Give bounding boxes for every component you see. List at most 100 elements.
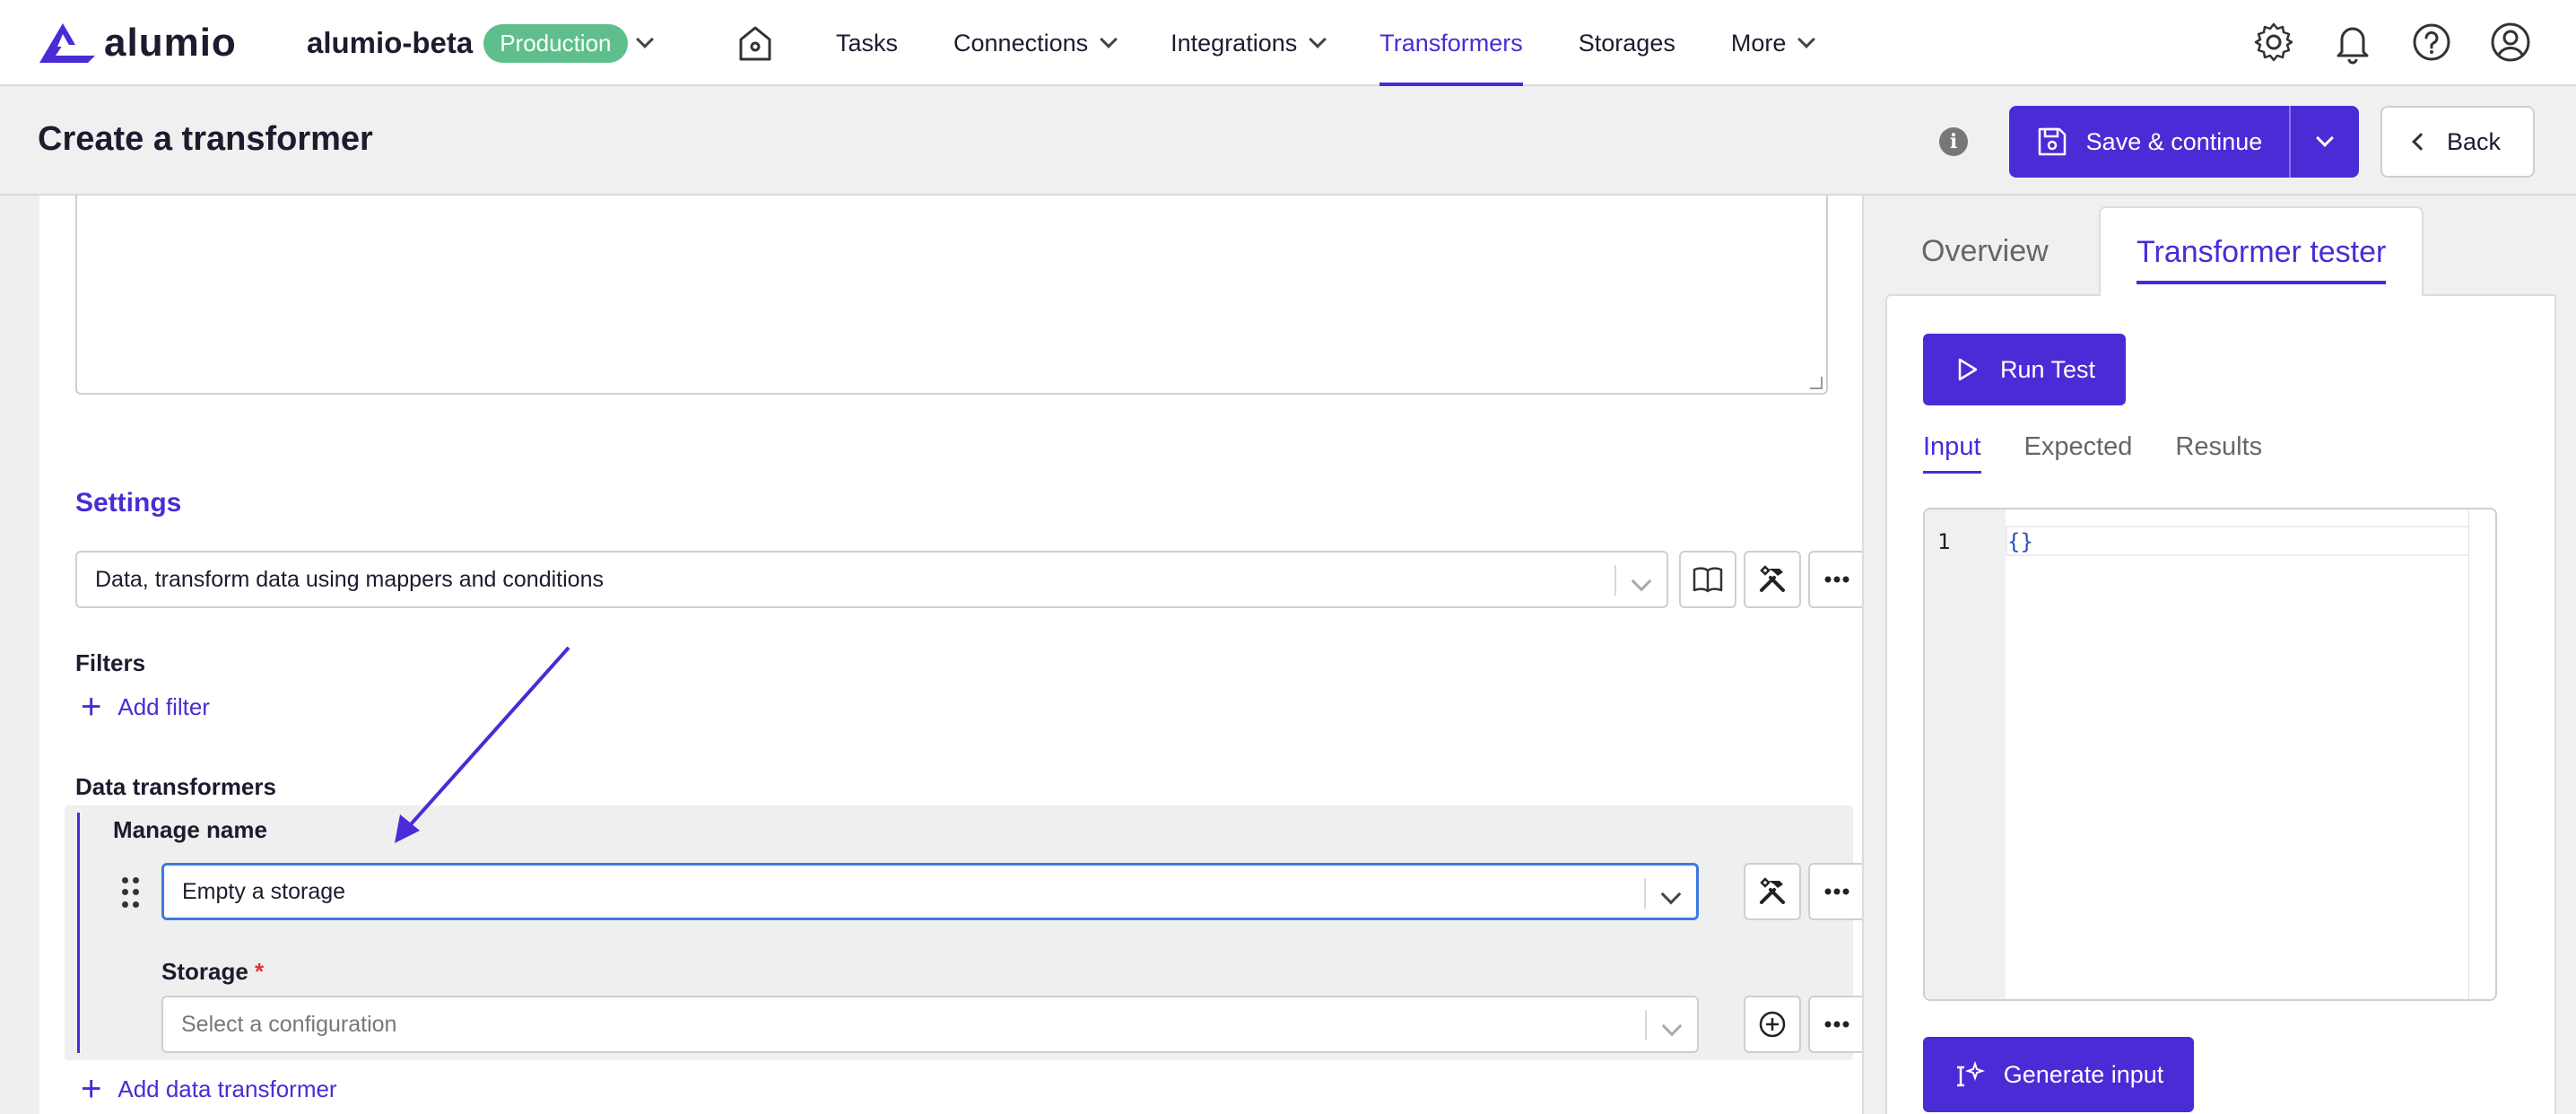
help-icon[interactable] bbox=[2409, 20, 2454, 65]
chevron-down-icon bbox=[1631, 569, 1652, 595]
add-filter-button[interactable]: + Add filter bbox=[81, 689, 210, 725]
nav-label: Integrations bbox=[1171, 29, 1298, 57]
alumio-logo[interactable]: alumio bbox=[36, 20, 237, 66]
run-test-button[interactable]: Run Test bbox=[1923, 334, 2126, 405]
storage-select[interactable]: Select a configuration bbox=[161, 996, 1699, 1053]
home-icon[interactable] bbox=[735, 23, 775, 63]
more-options-button[interactable] bbox=[1808, 996, 1862, 1053]
chevron-down-icon bbox=[635, 30, 654, 48]
generate-input-label: Generate input bbox=[2003, 1060, 2164, 1088]
settings-heading: Settings bbox=[75, 488, 182, 518]
nav-item-integrations[interactable]: Integrations bbox=[1171, 0, 1327, 86]
chevron-down-icon bbox=[1661, 1014, 1683, 1040]
transformer-type-select[interactable]: Empty a storage bbox=[161, 863, 1699, 920]
sparkle-cursor-icon bbox=[1956, 1060, 1985, 1087]
select-value: Empty a storage bbox=[182, 878, 346, 904]
data-transformers-label: Data transformers bbox=[75, 773, 276, 800]
manage-name-label: Manage name bbox=[113, 816, 267, 843]
chevron-down-icon bbox=[2316, 129, 2334, 147]
plus-circle-icon bbox=[1759, 1011, 1786, 1038]
tester-subtabs: Input Expected Results bbox=[1923, 432, 2262, 474]
nav-item-tasks[interactable]: Tasks bbox=[836, 0, 898, 86]
storage-label: Storage * bbox=[161, 958, 264, 986]
play-icon bbox=[1958, 358, 1978, 381]
back-label: Back bbox=[2446, 127, 2502, 155]
add-data-transformer-button[interactable]: + Add data transformer bbox=[81, 1071, 337, 1107]
ellipsis-icon bbox=[1824, 888, 1849, 895]
book-icon bbox=[1693, 567, 1723, 593]
description-textarea[interactable] bbox=[75, 196, 1828, 395]
environment-switcher[interactable]: alumio-beta Production bbox=[307, 22, 654, 65]
floppy-disk-icon bbox=[2038, 127, 2066, 156]
save-label: Save & continue bbox=[2085, 127, 2263, 155]
nav-item-storages[interactable]: Storages bbox=[1579, 0, 1675, 86]
nav-item-more[interactable]: More bbox=[1731, 0, 1816, 86]
code-editor[interactable]: 1 {} bbox=[1923, 508, 2497, 1001]
nav-item-transformers[interactable]: Transformers bbox=[1379, 0, 1523, 86]
select-separator bbox=[1645, 1010, 1647, 1040]
add-data-transformer-label: Add data transformer bbox=[117, 1075, 337, 1102]
resize-handle-icon[interactable] bbox=[1810, 377, 1823, 389]
tools-icon bbox=[1760, 565, 1785, 592]
editor-gutter bbox=[1925, 509, 2006, 999]
nav-label: Transformers bbox=[1379, 29, 1523, 57]
more-options-button[interactable] bbox=[1808, 863, 1862, 920]
logo-text: alumio bbox=[104, 21, 237, 65]
add-storage-button[interactable] bbox=[1744, 996, 1801, 1053]
subtab-input[interactable]: Input bbox=[1923, 432, 1981, 474]
ellipsis-icon bbox=[1824, 1021, 1849, 1028]
chevron-left-icon bbox=[2412, 133, 2430, 151]
save-options-dropdown[interactable] bbox=[2291, 129, 2359, 147]
line-number: 1 bbox=[1937, 529, 1951, 554]
select-placeholder: Select a configuration bbox=[181, 1011, 397, 1037]
nav-icons bbox=[2251, 20, 2533, 65]
top-navigation: alumio alumio-beta Production Tasks Conn… bbox=[0, 0, 2576, 86]
filters-label: Filters bbox=[75, 649, 146, 676]
transformer-type-select[interactable]: Data, transform data using mappers and c… bbox=[75, 551, 1668, 608]
tools-icon bbox=[1760, 877, 1785, 904]
editor-scrollbar[interactable] bbox=[2468, 509, 2495, 999]
info-icon[interactable]: i bbox=[1939, 127, 1968, 156]
plus-icon: + bbox=[81, 1069, 102, 1109]
tools-button[interactable] bbox=[1744, 863, 1801, 920]
plus-icon: + bbox=[81, 687, 102, 727]
bell-icon[interactable] bbox=[2330, 20, 2375, 65]
subtab-expected[interactable]: Expected bbox=[2024, 432, 2133, 474]
page-header: Create a transformer i Save & continue B… bbox=[0, 86, 2576, 196]
nav-item-connections[interactable]: Connections bbox=[953, 0, 1118, 86]
nav-label: Connections bbox=[953, 29, 1089, 57]
tab-transformer-tester[interactable]: Transformer tester bbox=[2099, 206, 2424, 296]
chevron-down-icon bbox=[1100, 30, 1118, 48]
code-text[interactable]: {} bbox=[2007, 529, 2033, 554]
main-nav: Tasks Connections Integrations Transform… bbox=[836, 0, 1868, 86]
chevron-down-icon bbox=[1660, 882, 1682, 908]
generate-input-button[interactable]: Generate input bbox=[1923, 1037, 2194, 1112]
user-icon[interactable] bbox=[2488, 20, 2533, 65]
more-options-button[interactable] bbox=[1808, 551, 1862, 608]
transformer-tester-panel: Overview Transformer tester Run Test Inp… bbox=[1864, 196, 2576, 1114]
chevron-down-icon bbox=[1309, 30, 1327, 48]
run-test-label: Run Test bbox=[1999, 355, 2096, 383]
ellipsis-icon bbox=[1824, 576, 1849, 583]
save-continue-button[interactable]: Save & continue bbox=[2009, 106, 2291, 178]
item-indicator-bar bbox=[77, 813, 80, 1053]
nav-label: Tasks bbox=[836, 29, 899, 57]
data-transformer-item: Manage name Empty a storage Storage * Se… bbox=[65, 805, 1862, 1060]
save-continue-button-group: Save & continue bbox=[2009, 106, 2359, 178]
tab-label: Overview bbox=[1921, 233, 2049, 268]
transformer-form: Settings Data, transform data using mapp… bbox=[39, 196, 1864, 1114]
nav-label: Storages bbox=[1578, 29, 1675, 57]
tools-button[interactable] bbox=[1744, 551, 1801, 608]
page-title: Create a transformer bbox=[38, 120, 373, 158]
storage-label-text: Storage bbox=[161, 958, 248, 985]
subtab-results[interactable]: Results bbox=[2175, 432, 2262, 474]
environment-name: alumio-beta bbox=[307, 26, 474, 59]
tab-overview[interactable]: Overview bbox=[1921, 206, 2049, 296]
gear-icon[interactable] bbox=[2251, 20, 2296, 65]
select-separator bbox=[1614, 565, 1616, 596]
drag-handle-icon[interactable] bbox=[122, 877, 140, 909]
documentation-button[interactable] bbox=[1679, 551, 1736, 608]
tester-content: Run Test Input Expected Results 1 {} Gen… bbox=[1885, 294, 2556, 1114]
back-button[interactable]: Back bbox=[2380, 106, 2535, 178]
chevron-down-icon bbox=[1797, 30, 1816, 48]
